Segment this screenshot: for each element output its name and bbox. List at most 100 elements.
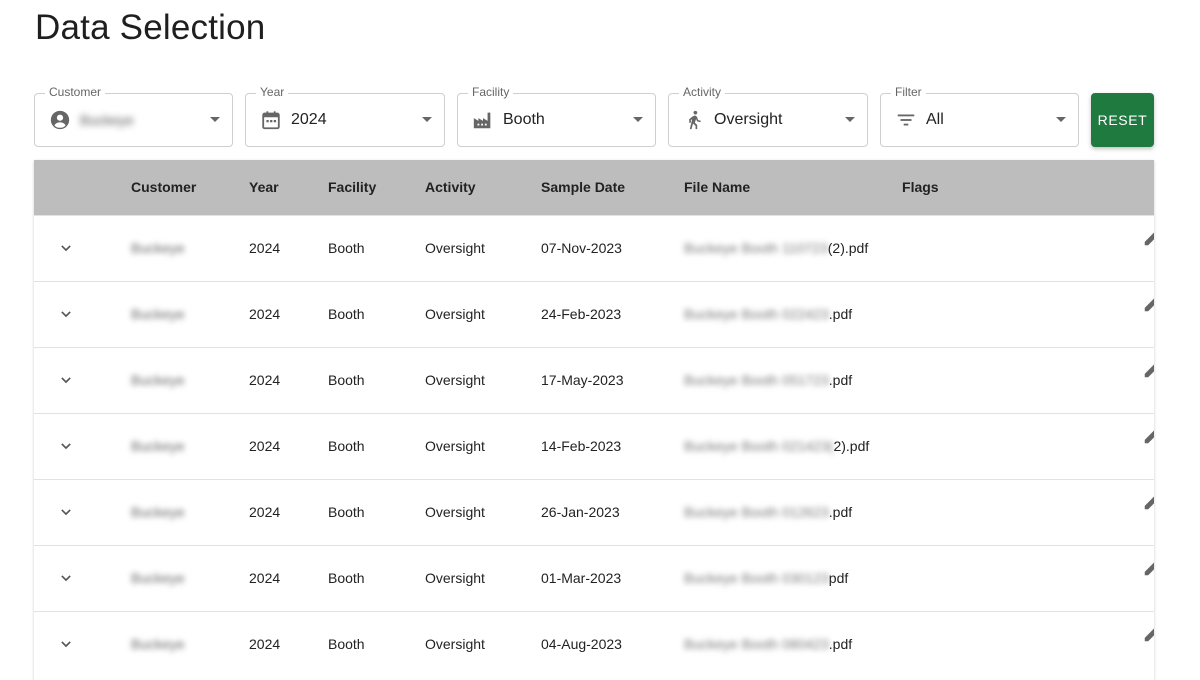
- activity-select-label: Activity: [679, 84, 726, 100]
- cell-customer: Buckeye: [131, 479, 249, 545]
- cell-sample-date: 01-Mar-2023: [541, 570, 622, 586]
- file-name-suffix: 2).pdf: [833, 438, 870, 454]
- cell-year: 2024: [249, 240, 281, 256]
- cell-customer: Buckeye: [131, 611, 249, 677]
- chevron-down-icon: [1056, 117, 1066, 122]
- cell-year: 2024: [249, 570, 281, 586]
- column-header-activity[interactable]: Activity: [425, 160, 541, 215]
- column-header-facility[interactable]: Facility: [328, 160, 425, 215]
- cell-year: 2024: [249, 438, 281, 454]
- cell-file-name: Buckeye Booth 022423.pdf: [684, 281, 902, 347]
- column-header-flags[interactable]: Flags: [902, 160, 1154, 215]
- edit-pencil-icon[interactable]: [1142, 226, 1154, 248]
- facility-select[interactable]: Facility Booth: [457, 84, 656, 147]
- edit-pencil-icon[interactable]: [1142, 358, 1154, 380]
- table-header-row: Customer Year Facility Activity Sample D…: [34, 160, 1154, 215]
- cell-flags: [902, 545, 1154, 611]
- filter-select-value: All: [926, 111, 944, 128]
- cell-facility: Booth: [328, 306, 365, 322]
- cell-facility: Booth: [328, 240, 365, 256]
- cell-file-name: Buckeye Booth 021423(2).pdf: [684, 413, 902, 479]
- filter-bar: Customer Buckeye Year 2024 Facility Boot…: [34, 84, 1156, 147]
- edit-pencil-icon[interactable]: [1142, 556, 1154, 578]
- cell-file-name: Buckeye Booth 051723.pdf: [684, 347, 902, 413]
- chevron-down-icon[interactable]: [56, 634, 76, 654]
- edit-pencil-icon[interactable]: [1142, 622, 1154, 644]
- cell-customer: Buckeye: [131, 281, 249, 347]
- activity-select[interactable]: Activity Oversight: [668, 84, 868, 147]
- table-row[interactable]: Buckeye 2024 Booth Oversight 01-Mar-2023…: [34, 545, 1154, 611]
- edit-pencil-icon[interactable]: [1142, 424, 1154, 446]
- file-name-suffix: .pdf: [828, 636, 853, 653]
- file-name-redacted: Buckeye Booth 051723: [684, 372, 829, 388]
- reset-button[interactable]: RESET: [1091, 93, 1154, 147]
- calendar-icon: [262, 111, 280, 130]
- chevron-down-icon[interactable]: [56, 304, 76, 324]
- row-expand-cell: [34, 347, 131, 413]
- cell-facility: Booth: [328, 372, 365, 388]
- customer-select-label: Customer: [45, 84, 106, 100]
- chevron-down-icon[interactable]: [56, 238, 76, 258]
- account-circle-icon: [50, 110, 70, 130]
- column-header-file-name[interactable]: File Name: [684, 160, 902, 215]
- table-row[interactable]: Buckeye 2024 Booth Oversight 07-Nov-2023…: [34, 215, 1154, 281]
- cell-activity: Oversight: [425, 240, 485, 256]
- edit-pencil-icon[interactable]: [1142, 490, 1154, 512]
- data-table: Customer Year Facility Activity Sample D…: [34, 160, 1154, 680]
- customer-select[interactable]: Customer Buckeye: [34, 84, 233, 147]
- customer-value: Buckeye: [131, 438, 185, 454]
- cell-activity: Oversight: [425, 504, 485, 520]
- column-header-year[interactable]: Year: [249, 160, 328, 215]
- edit-pencil-icon[interactable]: [1142, 292, 1154, 314]
- table-row[interactable]: Buckeye 2024 Booth Oversight 14-Feb-2023…: [34, 413, 1154, 479]
- customer-value: Buckeye: [131, 372, 185, 388]
- cell-flags: [902, 281, 1154, 347]
- cell-year: 2024: [249, 504, 281, 520]
- expand-column-header: [34, 160, 131, 215]
- file-name-redacted: Buckeye Booth 012623: [684, 504, 829, 520]
- chevron-down-icon[interactable]: [56, 436, 76, 456]
- cell-facility: Booth: [328, 438, 365, 454]
- chevron-down-icon: [422, 117, 432, 122]
- table-row[interactable]: Buckeye 2024 Booth Oversight 17-May-2023…: [34, 347, 1154, 413]
- row-expand-cell: [34, 413, 131, 479]
- walking-person-icon: [689, 110, 701, 130]
- cell-customer: Buckeye: [131, 545, 249, 611]
- filter-select[interactable]: Filter All: [880, 84, 1079, 147]
- facility-select-value: Booth: [503, 111, 545, 128]
- chevron-down-icon[interactable]: [56, 502, 76, 522]
- cell-sample-date: 26-Jan-2023: [541, 504, 620, 520]
- filter-select-label: Filter: [891, 84, 926, 100]
- row-expand-cell: [34, 215, 131, 281]
- row-expand-cell: [34, 611, 131, 677]
- cell-customer: Buckeye: [131, 215, 249, 281]
- cell-file-name: Buckeye Booth 012623.pdf: [684, 479, 902, 545]
- chevron-down-icon[interactable]: [56, 370, 76, 390]
- column-header-customer[interactable]: Customer: [131, 160, 249, 215]
- cell-year: 2024: [249, 636, 281, 653]
- row-expand-cell: [34, 545, 131, 611]
- cell-activity: Oversight: [425, 570, 485, 586]
- cell-sample-date: 14-Feb-2023: [541, 438, 622, 454]
- customer-value: Buckeye: [131, 570, 185, 586]
- chevron-down-icon[interactable]: [56, 568, 76, 588]
- page-title: Data Selection: [35, 8, 266, 47]
- cell-sample-date: 04-Aug-2023: [541, 636, 622, 653]
- table-row[interactable]: Buckeye 2024 Booth Oversight 24-Feb-2023…: [34, 281, 1154, 347]
- customer-value: Buckeye: [131, 306, 185, 322]
- year-select-label: Year: [256, 84, 289, 100]
- customer-value: Buckeye: [131, 504, 185, 520]
- file-name-redacted: Buckeye Booth 022423: [684, 306, 829, 322]
- cell-flags: [902, 611, 1154, 677]
- table-row[interactable]: Buckeye 2024 Booth Oversight 04-Aug-2023…: [34, 611, 1154, 677]
- table-row[interactable]: Buckeye 2024 Booth Oversight 26-Jan-2023…: [34, 479, 1154, 545]
- file-name-redacted: Buckeye Booth 080423: [684, 636, 829, 653]
- row-expand-cell: [34, 479, 131, 545]
- year-select[interactable]: Year 2024: [245, 84, 445, 147]
- cell-sample-date: 17-May-2023: [541, 372, 624, 388]
- cell-customer: Buckeye: [131, 413, 249, 479]
- column-header-sample-date[interactable]: Sample Date: [541, 160, 684, 215]
- customer-value: Buckeye: [131, 636, 185, 653]
- cell-sample-date: 07-Nov-2023: [541, 240, 622, 256]
- cell-file-name: Buckeye Booth 110723(2).pdf: [684, 215, 902, 281]
